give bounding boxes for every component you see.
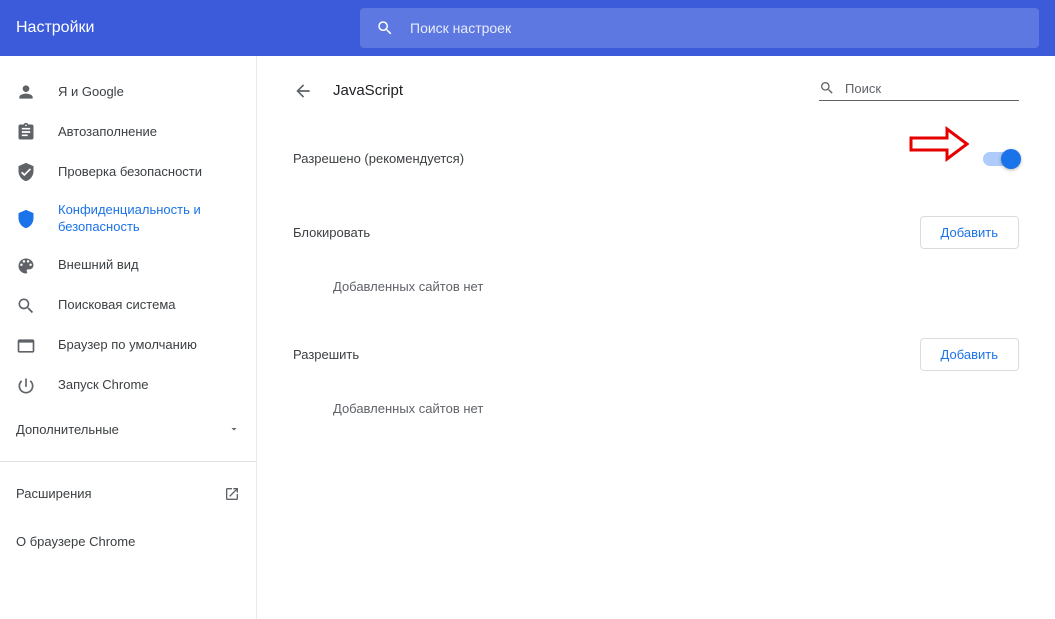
allowed-setting-row: Разрешено (рекомендуется) [293, 131, 1019, 186]
extensions-label: Расширения [16, 486, 92, 501]
search-icon [16, 296, 36, 316]
extensions-link[interactable]: Расширения [0, 470, 256, 518]
app-header: Настройки [0, 0, 1055, 56]
allow-add-button[interactable]: Добавить [920, 338, 1019, 371]
browser-icon [16, 336, 36, 356]
external-link-icon [224, 486, 240, 502]
sidebar-item-label: Я и Google [58, 84, 124, 101]
toggle-knob [1001, 149, 1021, 169]
person-icon [16, 82, 36, 102]
sidebar-item-default-browser[interactable]: Браузер по умолчанию [0, 326, 256, 366]
chevron-down-icon [228, 423, 240, 435]
settings-search-box[interactable] [360, 8, 1039, 48]
settings-search-input[interactable] [410, 20, 1023, 36]
palette-icon [16, 256, 36, 276]
search-icon [376, 19, 394, 37]
shield-icon [16, 209, 36, 229]
page-title: JavaScript [333, 82, 819, 99]
back-button[interactable] [293, 81, 313, 101]
sidebar-item-me-and-google[interactable]: Я и Google [0, 72, 256, 112]
sidebar-item-startup[interactable]: Запуск Chrome [0, 366, 256, 406]
block-title: Блокировать [293, 225, 370, 240]
allow-section: Разрешить Добавить Добавленных сайтов не… [293, 338, 1019, 430]
shield-check-icon [16, 162, 36, 182]
block-empty-message: Добавленных сайтов нет [293, 265, 1019, 308]
advanced-label: Дополнительные [16, 422, 119, 437]
sidebar-item-label: Запуск Chrome [58, 377, 149, 394]
allowed-label: Разрешено (рекомендуется) [293, 151, 464, 166]
main-content: JavaScript Разрешено (рекомендуется) Бло… [256, 56, 1055, 619]
sidebar-item-label: Автозаполнение [58, 124, 157, 141]
sidebar-item-label: Проверка безопасности [58, 164, 202, 181]
sidebar-item-autofill[interactable]: Автозаполнение [0, 112, 256, 152]
divider [0, 461, 256, 462]
sidebar-item-safety-check[interactable]: Проверка безопасности [0, 152, 256, 192]
sidebar-item-label: Конфиденциальность и безопасность [58, 202, 240, 236]
sidebar-item-appearance[interactable]: Внешний вид [0, 246, 256, 286]
block-section: Блокировать Добавить Добавленных сайтов … [293, 216, 1019, 308]
sidebar-item-label: Внешний вид [58, 257, 139, 274]
settings-title: Настройки [16, 19, 360, 37]
sidebar-item-privacy-security[interactable]: Конфиденциальность и безопасность [0, 192, 256, 246]
advanced-toggle[interactable]: Дополнительные [0, 406, 256, 453]
allow-empty-message: Добавленных сайтов нет [293, 387, 1019, 430]
autofill-icon [16, 122, 36, 142]
block-add-button[interactable]: Добавить [920, 216, 1019, 249]
about-chrome-link[interactable]: О браузере Chrome [0, 518, 256, 565]
annotation-arrow [909, 125, 971, 163]
page-search-input[interactable] [845, 81, 1021, 96]
sidebar-item-search-engine[interactable]: Поисковая система [0, 286, 256, 326]
page-search-box[interactable] [819, 80, 1019, 101]
search-icon [819, 80, 835, 96]
power-icon [16, 376, 36, 396]
about-label: О браузере Chrome [16, 534, 135, 549]
javascript-toggle[interactable] [983, 152, 1019, 166]
sidebar: Я и Google Автозаполнение Проверка безоп… [0, 56, 256, 619]
arrow-left-icon [293, 81, 313, 101]
allow-title: Разрешить [293, 347, 359, 362]
sidebar-item-label: Поисковая система [58, 297, 176, 314]
sidebar-item-label: Браузер по умолчанию [58, 337, 197, 354]
page-header: JavaScript [293, 80, 1019, 101]
